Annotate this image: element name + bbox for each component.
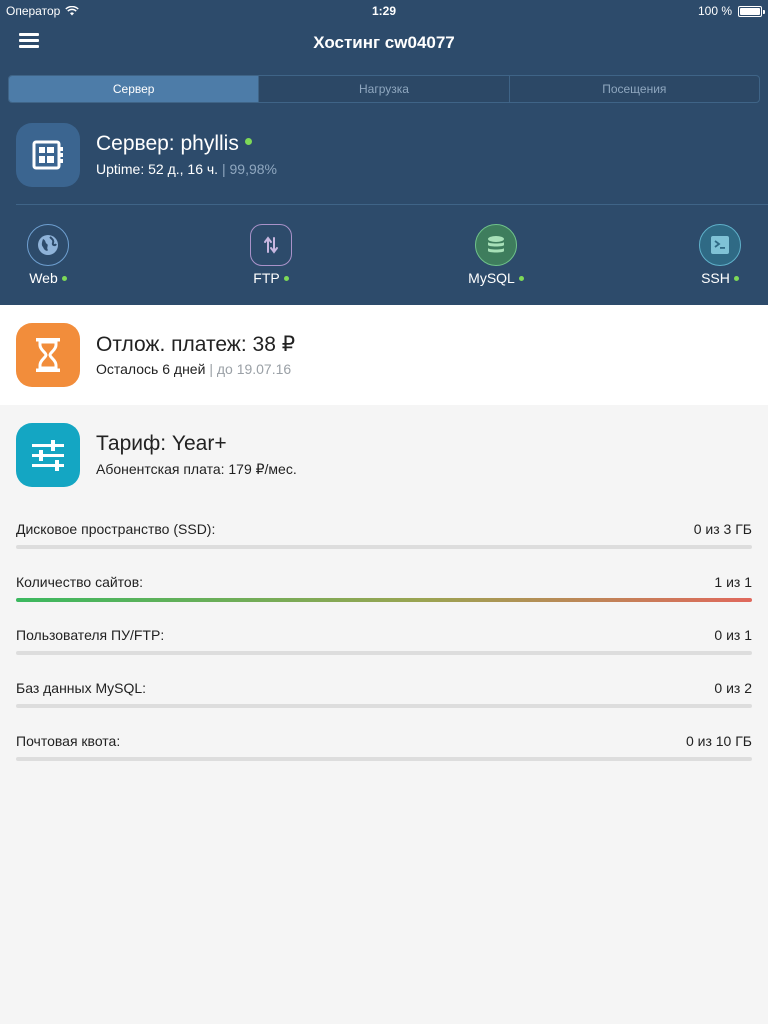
- terminal-icon: [699, 224, 741, 266]
- globe-icon: [27, 224, 69, 266]
- service-web[interactable]: Web: [13, 224, 83, 286]
- service-ssh[interactable]: SSH: [685, 224, 755, 286]
- payment-title: Отлож. платеж: 38 ₽: [96, 333, 296, 356]
- quota-value: 0 из 1: [714, 627, 752, 643]
- quota-ftp-users: Пользователя ПУ/FTP: 0 из 1: [16, 627, 752, 657]
- page-title: Хостинг cw04077: [313, 33, 455, 52]
- server-chip-icon: [16, 123, 80, 187]
- quota-label: Пользователя ПУ/FTP:: [16, 627, 165, 643]
- sliders-icon: [16, 423, 80, 487]
- online-status-dot: [244, 137, 252, 145]
- quota-label: Количество сайтов:: [16, 574, 144, 590]
- quota-progress-track: [16, 757, 752, 761]
- status-bar: Оператор 1:29 100 %: [0, 0, 768, 22]
- quota-value: 0 из 3 ГБ: [693, 521, 752, 537]
- service-mysql[interactable]: MySQL: [461, 224, 531, 286]
- server-info: Сервер: phyllis Uptime: 52 д., 16 ч. | 9…: [16, 123, 756, 187]
- battery-percent: 100 %: [697, 4, 732, 18]
- quota-mysql: Баз данных MySQL: 0 из 2: [16, 680, 752, 710]
- ssh-status-dot: [733, 275, 739, 281]
- tab-visits[interactable]: Посещения: [510, 76, 759, 102]
- service-web-label: Web: [29, 270, 58, 286]
- quota-sites: Количество сайтов: 1 из 1: [16, 574, 752, 604]
- quota-label: Почтовая квота:: [16, 733, 121, 749]
- service-ssh-label: SSH: [701, 270, 730, 286]
- quota-progress-track: [16, 651, 752, 655]
- service-ftp[interactable]: FTP: [236, 224, 306, 286]
- quota-progress-fill: [16, 598, 752, 602]
- quota-progress-track: [16, 704, 752, 708]
- tariff-fee: Абонентская плата: 179 ₽/мес.: [96, 461, 297, 477]
- tariff-title: Тариф: Year+: [96, 432, 227, 455]
- quota-mail: Почтовая квота: 0 из 10 ГБ: [16, 733, 752, 763]
- uptime-separator: |: [221, 161, 226, 177]
- quota-disk: Дисковое пространство (SSD): 0 из 3 ГБ: [16, 521, 752, 551]
- quota-value: 0 из 10 ГБ: [685, 733, 752, 749]
- tariff-card[interactable]: Тариф: Year+ Абонентская плата: 179 ₽/ме…: [0, 405, 768, 505]
- battery-icon: [738, 5, 765, 17]
- quota-label: Баз данных MySQL:: [16, 680, 147, 696]
- transfer-arrows-icon: [250, 224, 292, 266]
- quota-progress-track: [16, 545, 752, 549]
- quota-label: Дисковое пространство (SSD):: [16, 521, 216, 537]
- mysql-status-dot: [518, 275, 524, 281]
- web-status-dot: [61, 275, 67, 281]
- deferred-payment-card[interactable]: Отлож. платеж: 38 ₽ Осталось 6 дней | до…: [0, 305, 768, 405]
- quota-progress-track: [16, 598, 752, 602]
- header-divider: [16, 204, 768, 205]
- tab-server[interactable]: Сервер: [9, 76, 260, 102]
- server-title: Сервер: phyllis: [96, 132, 239, 155]
- hourglass-icon: [16, 323, 80, 387]
- quota-value: 1 из 1: [714, 574, 752, 590]
- payment-until: до 19.07.16: [216, 361, 292, 377]
- segmented-control: Сервер Нагрузка Посещения: [8, 75, 760, 103]
- status-time: 1:29: [371, 4, 397, 18]
- uptime-percent: 99,98%: [229, 161, 277, 177]
- header-panel: Оператор 1:29 100 % Хостинг cw04077 Серв…: [0, 0, 768, 305]
- quota-value: 0 из 2: [714, 680, 752, 696]
- service-ftp-label: FTP: [253, 270, 280, 286]
- tab-load[interactable]: Нагрузка: [259, 76, 510, 102]
- payment-separator: |: [209, 361, 213, 377]
- server-uptime: Uptime: 52 д., 16 ч.: [96, 161, 219, 177]
- ftp-status-dot: [283, 275, 289, 281]
- service-mysql-label: MySQL: [468, 270, 515, 286]
- database-icon: [475, 224, 517, 266]
- navigation-bar: Хостинг cw04077: [0, 22, 768, 64]
- payment-remaining: Осталось 6 дней: [96, 361, 206, 377]
